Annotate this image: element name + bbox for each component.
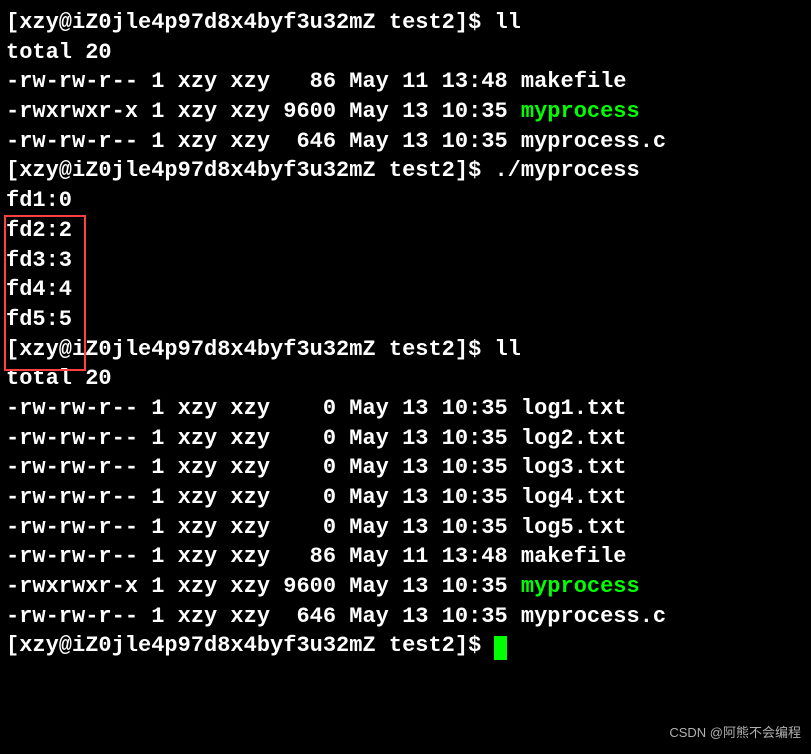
terminal-line: -rw-rw-r-- 1 xzy xzy 0 May 13 10:35 log1… (6, 394, 805, 424)
terminal-line: fd1:0 (6, 186, 805, 216)
shell-prompt: [xzy@iZ0jle4p97d8x4byf3u32mZ test2]$ (6, 633, 494, 658)
watermark-text: CSDN @阿熊不会编程 (669, 724, 801, 742)
shell-prompt: [xzy@iZ0jle4p97d8x4byf3u32mZ test2]$ (6, 158, 494, 183)
file-name: myprocess (521, 574, 640, 599)
terminal-line: -rw-rw-r-- 1 xzy xzy 0 May 13 10:35 log2… (6, 424, 805, 454)
terminal-line: fd5:5 (6, 305, 805, 335)
command-text: ll (494, 10, 520, 35)
file-name: log2.txt (521, 426, 627, 451)
file-name: log4.txt (521, 485, 627, 510)
terminal-line: fd2:2 (6, 216, 805, 246)
terminal-line: total 20 (6, 364, 805, 394)
terminal-line: -rw-rw-r-- 1 xzy xzy 646 May 13 10:35 my… (6, 602, 805, 632)
terminal-line: [xzy@iZ0jle4p97d8x4byf3u32mZ test2]$ ll (6, 8, 805, 38)
file-name: myprocess (521, 99, 640, 124)
shell-prompt: [xzy@iZ0jle4p97d8x4byf3u32mZ test2]$ (6, 337, 494, 362)
file-name: log1.txt (521, 396, 627, 421)
file-name: makefile (521, 544, 627, 569)
file-name: log5.txt (521, 515, 627, 540)
terminal-line: -rwxrwxr-x 1 xzy xzy 9600 May 13 10:35 m… (6, 572, 805, 602)
terminal-line: -rwxrwxr-x 1 xzy xzy 9600 May 13 10:35 m… (6, 97, 805, 127)
terminal-line: [xzy@iZ0jle4p97d8x4byf3u32mZ test2]$ ./m… (6, 156, 805, 186)
shell-prompt: [xzy@iZ0jle4p97d8x4byf3u32mZ test2]$ (6, 10, 494, 35)
terminal-line: total 20 (6, 38, 805, 68)
command-text: ll (494, 337, 520, 362)
terminal-line: -rw-rw-r-- 1 xzy xzy 646 May 13 10:35 my… (6, 127, 805, 157)
command-text: ./myprocess (494, 158, 639, 183)
file-name: makefile (521, 69, 627, 94)
file-name: log3.txt (521, 455, 627, 480)
terminal-line: fd4:4 (6, 275, 805, 305)
terminal-line: -rw-rw-r-- 1 xzy xzy 0 May 13 10:35 log4… (6, 483, 805, 513)
terminal-line: -rw-rw-r-- 1 xzy xzy 86 May 11 13:48 mak… (6, 67, 805, 97)
terminal-line: -rw-rw-r-- 1 xzy xzy 0 May 13 10:35 log5… (6, 513, 805, 543)
terminal-line: -rw-rw-r-- 1 xzy xzy 86 May 11 13:48 mak… (6, 542, 805, 572)
file-name: myprocess.c (521, 604, 666, 629)
terminal-output[interactable]: [xzy@iZ0jle4p97d8x4byf3u32mZ test2]$ llt… (6, 8, 805, 661)
terminal-line: [xzy@iZ0jle4p97d8x4byf3u32mZ test2]$ (6, 631, 805, 661)
terminal-line: [xzy@iZ0jle4p97d8x4byf3u32mZ test2]$ ll (6, 335, 805, 365)
terminal-line: fd3:3 (6, 246, 805, 276)
terminal-line: -rw-rw-r-- 1 xzy xzy 0 May 13 10:35 log3… (6, 453, 805, 483)
cursor-block[interactable] (494, 636, 507, 660)
file-name: myprocess.c (521, 129, 666, 154)
